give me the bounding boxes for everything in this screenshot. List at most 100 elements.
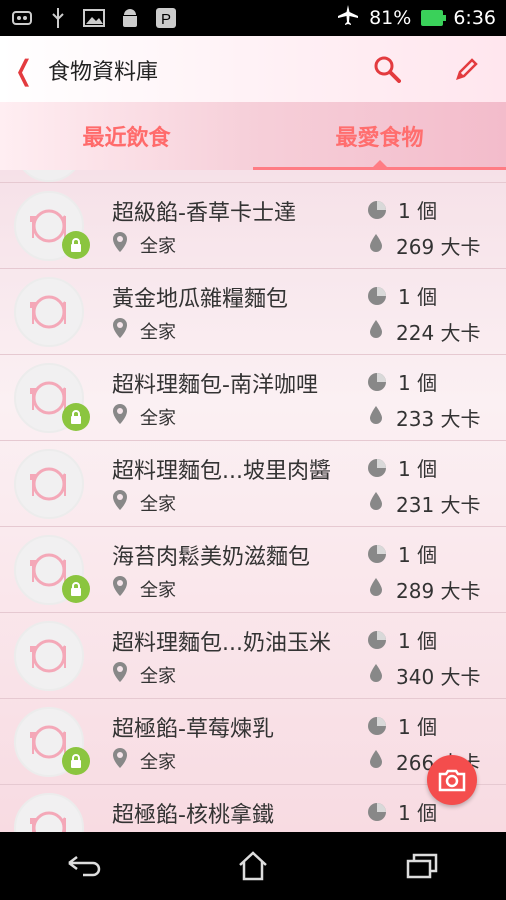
image-icon: [82, 6, 106, 30]
serving-qty: 1 個: [398, 629, 438, 653]
food-name: 超料理麵包...奶油玉米: [112, 631, 331, 656]
serving-info: 1 個: [368, 711, 437, 740]
calorie-info: 224 大卡: [368, 317, 481, 346]
list-item-partial: [0, 170, 506, 183]
store-name: 全家: [140, 665, 176, 687]
serving-qty: 1 個: [398, 371, 438, 395]
tab-recent-meals[interactable]: 最近飲食: [0, 102, 253, 170]
calorie-value: 233 大卡: [396, 407, 481, 431]
food-name: 超料理麵包-南洋咖哩: [112, 373, 318, 398]
back-button[interactable]: ❬: [12, 54, 35, 87]
location-icon: [112, 747, 128, 774]
serving-info: 1 個: [368, 797, 437, 826]
lock-icon: [62, 575, 90, 603]
food-image: [14, 707, 90, 777]
search-icon: [374, 56, 401, 83]
store-info: 全家: [112, 231, 176, 258]
store-name: 全家: [140, 321, 176, 343]
recent-apps-button[interactable]: [387, 841, 457, 891]
search-button[interactable]: [370, 52, 404, 86]
serving-qty: 1 個: [398, 715, 438, 739]
usb-icon: [46, 6, 70, 30]
store-name: 全家: [140, 235, 176, 257]
food-image: [14, 191, 90, 261]
food-image: [14, 277, 84, 347]
home-icon: [239, 851, 267, 881]
serving-qty: 1 個: [398, 543, 438, 567]
store-info: 全家: [112, 747, 176, 774]
tab-favorite-foods[interactable]: 最愛食物: [253, 102, 506, 170]
airplane-icon: [337, 4, 359, 31]
store-info: 全家: [112, 661, 176, 688]
calorie-drop-icon: [368, 491, 384, 516]
food-name: 超料理麵包...坡里肉醬: [112, 459, 331, 484]
list-item[interactable]: 海苔肉鬆美奶滋麵包 全家 1 個 289 大卡: [0, 527, 506, 613]
list-item[interactable]: 超料理麵包...坡里肉醬全家 1 個 231 大卡: [0, 441, 506, 527]
serving-qty: 1 個: [398, 457, 438, 481]
calorie-drop-icon: [368, 663, 384, 688]
calorie-value: 340 大卡: [396, 665, 481, 689]
lock-icon: [62, 403, 90, 431]
cat-icon: [10, 6, 34, 30]
serving-info: 1 個: [368, 367, 437, 396]
status-bar: P 81% 6:36: [0, 0, 506, 36]
store-name: 全家: [140, 407, 176, 429]
food-image: [14, 363, 90, 433]
lock-icon: [62, 747, 90, 775]
portion-icon: [368, 544, 386, 563]
battery-icon: [421, 9, 447, 26]
plate-icon: [14, 277, 84, 347]
back-arrow-icon: [68, 856, 101, 877]
store-name: 全家: [140, 751, 176, 773]
store-info: 全家: [112, 317, 176, 344]
calorie-info: 269 大卡: [368, 231, 481, 260]
calorie-info: 231 大卡: [368, 489, 481, 518]
pencil-icon: [456, 58, 478, 80]
android-icon: [118, 6, 142, 30]
serving-info: 1 個: [368, 281, 437, 310]
edit-button[interactable]: [450, 52, 484, 86]
app-bar: ❬ 食物資料庫: [0, 36, 506, 102]
portion-icon: [368, 802, 386, 821]
portion-icon: [368, 458, 386, 477]
location-icon: [112, 403, 128, 430]
calorie-drop-icon: [368, 749, 384, 774]
serving-qty: 1 個: [398, 801, 438, 825]
calorie-drop-icon: [368, 405, 384, 430]
portion-icon: [368, 286, 386, 305]
calorie-value: 231 大卡: [396, 493, 481, 517]
navigation-bar: [0, 832, 506, 900]
store-name: 全家: [140, 493, 176, 515]
store-info: 全家: [112, 403, 176, 430]
list-item[interactable]: 超料理麵包...奶油玉米全家 1 個 340 大卡: [0, 613, 506, 699]
serving-info: 1 個: [368, 625, 437, 654]
tab-bar: 最近飲食 最愛食物: [0, 102, 506, 170]
battery-percent: 81%: [369, 6, 412, 29]
list-item[interactable]: 黃金地瓜雜糧麵包 全家 1 個 224 大卡: [0, 269, 506, 355]
plate-icon: [14, 621, 84, 691]
list-item[interactable]: 超料理麵包-南洋咖哩全家 1 個 233 大卡: [0, 355, 506, 441]
location-icon: [112, 317, 128, 344]
list-item[interactable]: 超級餡-香草卡士達全家 1 個 269 大卡: [0, 183, 506, 269]
home-button[interactable]: [218, 841, 288, 891]
food-list: 超級餡-香草卡士達 全家 1 個 269 大卡 黃金地瓜雜糧麵包 全家 1 個 224 大卡超…: [0, 170, 506, 832]
plate-icon: [14, 170, 84, 182]
camera-button[interactable]: [427, 755, 477, 805]
calorie-drop-icon: [368, 577, 384, 602]
location-icon: [112, 489, 128, 516]
store-info: 全家: [112, 575, 176, 602]
store-info: 全家: [112, 489, 176, 516]
food-image: [14, 449, 84, 519]
page-title: 食物資料庫: [48, 60, 159, 85]
food-image: [14, 621, 84, 691]
back-nav-button[interactable]: [49, 841, 119, 891]
serving-info: 1 個: [368, 195, 437, 224]
food-name: 超級餡-香草卡士達: [112, 201, 296, 226]
serving-qty: 1 個: [398, 199, 438, 223]
calorie-info: 340 大卡: [368, 661, 481, 690]
portion-icon: [368, 716, 386, 735]
calorie-value: 224 大卡: [396, 321, 481, 345]
plate-icon: [14, 793, 84, 832]
serving-info: 1 個: [368, 453, 437, 482]
serving-qty: 1 個: [398, 285, 438, 309]
